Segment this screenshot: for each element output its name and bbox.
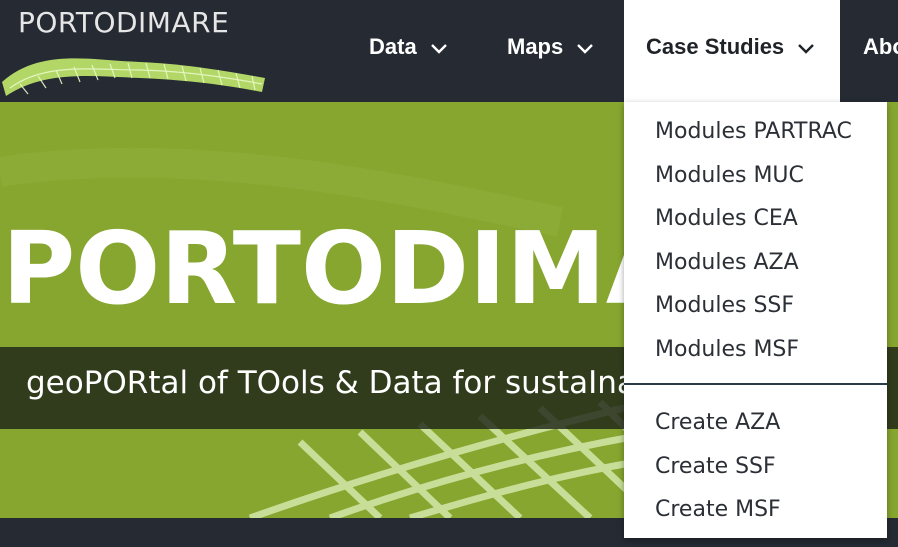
nav-item-maps[interactable]: Maps (507, 0, 594, 98)
nav-item-label: Case Studies (646, 34, 785, 59)
menu-item-create-msf[interactable]: Create MSF (655, 497, 781, 522)
logo-text: PORTODIMARE (18, 6, 230, 39)
chevron-down-icon (577, 34, 594, 60)
hero-subtitle: geoPORtal of TOols & Data for sustaIna (26, 365, 636, 401)
menu-item-modules-muc[interactable]: Modules MUC (655, 163, 804, 188)
menu-item-modules-ssf[interactable]: Modules SSF (655, 293, 794, 318)
menu-item-modules-cea[interactable]: Modules CEA (655, 206, 798, 231)
nav-item-label: Maps (507, 34, 564, 59)
nav-item-case-studies[interactable]: Case Studies (624, 0, 840, 102)
menu-item-create-ssf[interactable]: Create SSF (655, 454, 776, 479)
nav-item-about[interactable]: Abo (863, 0, 898, 98)
nav-item-data[interactable]: Data (369, 0, 447, 98)
chevron-down-icon (430, 34, 447, 60)
hero-title: PORTODIMA (2, 210, 684, 327)
nav-item-label: Abo (863, 34, 898, 59)
menu-item-modules-aza[interactable]: Modules AZA (655, 250, 799, 275)
case-studies-dropdown: Modules PARTRAC Modules MUC Modules CEA … (624, 102, 887, 538)
menu-item-modules-msf[interactable]: Modules MSF (655, 337, 799, 362)
logo-wave-icon (2, 58, 265, 96)
menu-item-create-aza[interactable]: Create AZA (655, 410, 780, 435)
site-header: PORTODIMARE Data Maps Case Studies Ab (0, 0, 898, 102)
chevron-down-icon (798, 34, 815, 60)
menu-divider (624, 383, 887, 385)
nav-item-label: Data (369, 34, 417, 59)
menu-item-modules-partrac[interactable]: Modules PARTRAC (655, 119, 852, 144)
